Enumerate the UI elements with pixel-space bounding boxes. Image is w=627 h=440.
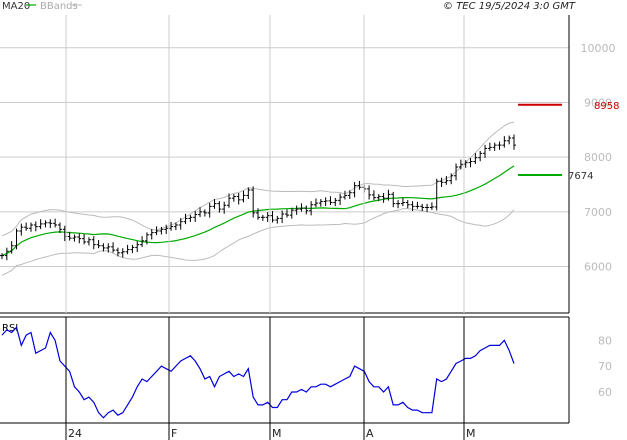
- price-y-tick-label: 6000: [584, 261, 612, 274]
- rsi-y-axis: 80 70 60: [598, 334, 612, 399]
- price-plot-background: [0, 15, 569, 313]
- rsi-panel: RSI 807060: [0, 316, 612, 424]
- price-y-tick-label: 7000: [584, 206, 612, 219]
- legend-bbands-label: BBands: [40, 1, 78, 12]
- rsi-plot-background: [0, 317, 569, 423]
- stock-chart: 100009000800070006000 8958 7674 MA20 BBa…: [0, 1, 619, 440]
- ma20-end-label: 7674: [568, 171, 593, 182]
- rsi-y-tick-label: 70: [598, 360, 612, 373]
- x-tick-label: M: [466, 427, 476, 440]
- price-panel: 100009000800070006000 8958 7674: [0, 15, 619, 314]
- price-y-tick-label: 10000: [581, 42, 616, 55]
- x-tick-label: 24: [68, 427, 82, 440]
- upper-band-end-label: 8958: [594, 101, 619, 112]
- legend: MA20 BBands: [2, 1, 82, 12]
- x-tick-label: F: [171, 427, 177, 440]
- x-tick-label: A: [366, 427, 374, 440]
- price-y-tick-label: 8000: [584, 151, 612, 164]
- rsi-y-tick-label: 80: [598, 334, 612, 347]
- x-tick-label: M: [272, 427, 282, 440]
- copyright-text: © TEC 19/5/2024 3:0 GMT: [443, 1, 576, 12]
- rsi-y-tick-label: 60: [598, 386, 612, 399]
- price-y-axis: 100009000800070006000: [581, 42, 616, 274]
- legend-ma20-label: MA20: [2, 1, 30, 12]
